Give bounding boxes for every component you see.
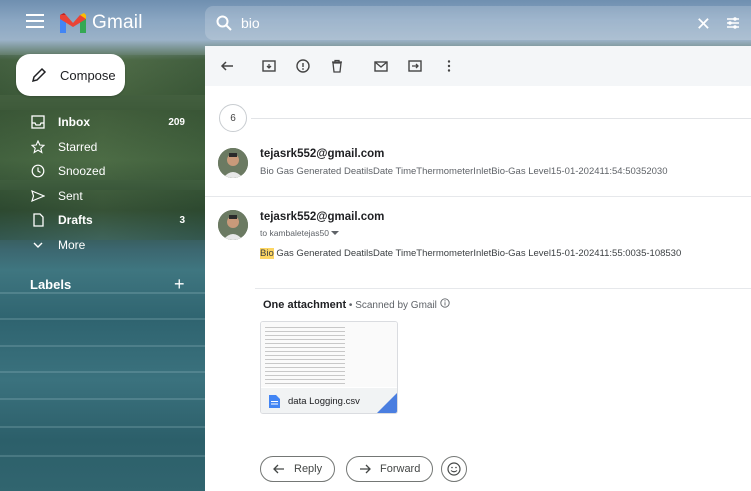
info-icon[interactable]	[440, 298, 450, 308]
search-options-icon[interactable]	[725, 15, 741, 31]
inbox-icon	[30, 114, 46, 130]
sidebar-item-label: Inbox	[58, 115, 90, 130]
message-collapsed[interactable]: tejasrk552@gmail.com Bio Gas Generated D…	[205, 142, 751, 192]
gmail-m-icon	[60, 13, 86, 33]
sidebar-item-label: More	[58, 237, 86, 252]
collapsed-divider	[251, 118, 751, 119]
search-icon[interactable]	[215, 14, 233, 32]
labels-heading: Labels	[30, 277, 72, 292]
report-spam-icon[interactable]	[295, 58, 311, 74]
reply-icon	[273, 464, 284, 474]
message-toolbar	[205, 46, 751, 86]
sheet-file-icon	[269, 395, 280, 408]
sidebar-item-count: 209	[168, 116, 185, 128]
message-snippet: Bio Gas Generated DeatilsDate TimeThermo…	[260, 166, 668, 177]
sidebar-item-sent[interactable]: Sent	[0, 184, 205, 209]
sender-name: tejasrk552@gmail.com	[260, 148, 385, 160]
sidebar-item-label: Snoozed	[58, 164, 106, 179]
recipient-details[interactable]: to kambaletejas50	[260, 228, 340, 238]
message-expanded: tejasrk552@gmail.com to kambaletejas50 B…	[205, 208, 751, 288]
compose-button[interactable]: Compose	[16, 54, 125, 96]
emoji-react-button[interactable]	[441, 456, 467, 482]
attachment-heading: One attachment • Scanned by Gmail	[263, 298, 450, 311]
search-highlight: Bio	[260, 248, 274, 259]
message-view: 6 tejasrk552@gmail.com Bio Gas Generated…	[205, 46, 751, 491]
more-options-icon[interactable]	[441, 58, 457, 74]
delete-icon[interactable]	[329, 58, 345, 74]
smiley-icon	[447, 462, 461, 476]
compose-label: Compose	[60, 67, 116, 83]
main-menu-icon[interactable]	[26, 13, 48, 33]
forward-label: Forward	[380, 463, 421, 475]
sidebar-nav: Inbox 209 Starred Snoozed Sent Drafts 3 …	[0, 110, 205, 257]
pencil-icon	[31, 67, 47, 83]
chevron-down-icon	[30, 237, 46, 253]
gmail-logo[interactable]: Gmail	[60, 10, 143, 36]
sidebar-item-starred[interactable]: Starred	[0, 135, 205, 160]
sender-name: tejasrk552@gmail.com	[260, 211, 385, 223]
archive-icon[interactable]	[261, 58, 277, 74]
attachment-card[interactable]: data Logging.csv	[260, 321, 398, 414]
gmail-logo-text: Gmail	[92, 12, 143, 33]
mark-unread-icon[interactable]	[373, 58, 389, 74]
forward-icon	[360, 464, 371, 474]
draft-file-icon	[30, 212, 46, 228]
sidebar-item-label: Sent	[58, 188, 83, 203]
sidebar-item-inbox[interactable]: Inbox 209	[0, 110, 205, 135]
avatar	[218, 210, 248, 240]
sidebar-item-more[interactable]: More	[0, 233, 205, 258]
clear-search-icon[interactable]: ✕	[696, 14, 711, 35]
scanned-label: • Scanned by Gmail	[346, 300, 437, 311]
clock-icon	[30, 163, 46, 179]
file-corner-icon	[377, 393, 397, 413]
move-to-icon[interactable]	[407, 58, 423, 74]
collapsed-messages-count[interactable]: 6	[219, 104, 247, 132]
sidebar-item-snoozed[interactable]: Snoozed	[0, 159, 205, 184]
send-icon	[30, 188, 46, 204]
attachment-divider	[255, 288, 751, 289]
reply-label: Reply	[294, 463, 323, 475]
top-bar: Gmail ✕	[0, 0, 751, 46]
attachment-count-label: One attachment	[263, 299, 347, 311]
sidebar-item-label: Starred	[58, 139, 98, 154]
sidebar-item-label: Drafts	[58, 213, 93, 228]
avatar	[218, 148, 248, 178]
sidebar-item-count: 3	[179, 214, 185, 226]
forward-button[interactable]: Forward	[346, 456, 434, 482]
recipient-text: to kambaletejas50	[260, 228, 329, 238]
caret-down-icon[interactable]	[331, 230, 340, 236]
reply-button[interactable]: Reply	[260, 456, 336, 482]
search-bar[interactable]: ✕	[205, 6, 751, 40]
message-body: Bio Gas Generated DeatilsDate TimeThermo…	[260, 248, 681, 259]
attachment-thumbnail	[261, 322, 397, 387]
back-arrow-icon[interactable]	[219, 58, 235, 74]
star-icon	[30, 139, 46, 155]
message-body-text: Gas Generated DeatilsDate TimeThermomete…	[273, 248, 682, 259]
add-label-button[interactable]: +	[174, 274, 185, 295]
search-input[interactable]	[241, 15, 681, 31]
sidebar-item-drafts[interactable]: Drafts 3	[0, 208, 205, 233]
message-divider	[205, 196, 751, 197]
attachment-file-name: data Logging.csv	[288, 396, 360, 407]
